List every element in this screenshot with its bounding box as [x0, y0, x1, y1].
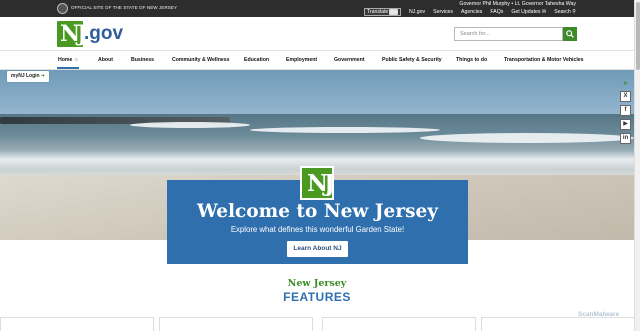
nj-gov-logo[interactable]: NJ .gov — [57, 20, 123, 48]
top-link-njgov[interactable]: NJ.gov — [409, 9, 425, 15]
features-title: FEATURES — [283, 290, 351, 304]
watermark: ScanMalware — [578, 311, 620, 318]
scrollbar[interactable] — [634, 0, 640, 331]
nj-badge-icon: NJ — [300, 166, 335, 200]
translate-icon: 文A — [389, 9, 398, 15]
facebook-icon[interactable]: f — [620, 105, 631, 116]
nav-about[interactable]: About — [98, 57, 113, 63]
top-link-search[interactable]: Search ⚲ — [554, 9, 576, 15]
hero-wave — [130, 122, 250, 128]
social-bar: » X f ▶ in — [620, 80, 632, 144]
linkedin-icon[interactable]: in — [620, 133, 631, 144]
search-button[interactable] — [563, 27, 577, 41]
welcome-panel: NJ Welcome to New Jersey Explore what de… — [167, 166, 468, 264]
search-input[interactable]: Search for... — [454, 27, 563, 41]
top-link-services[interactable]: Services — [433, 9, 453, 15]
social-toggle-icon[interactable]: » — [620, 80, 631, 88]
nav-employment[interactable]: Employment — [286, 57, 317, 63]
hero-wave — [250, 127, 440, 133]
nav-public-safety[interactable]: Public Safety & Security — [382, 57, 442, 63]
login-icon: ➜ — [40, 73, 45, 79]
top-link-agencies[interactable]: Agencies — [461, 9, 482, 15]
feature-card[interactable] — [159, 317, 313, 331]
nav-education[interactable]: Education — [244, 57, 269, 63]
feature-card[interactable] — [0, 317, 154, 331]
x-icon[interactable]: X — [620, 91, 631, 102]
logo-text: .gov — [84, 23, 124, 44]
nav-things-to-do[interactable]: Things to do — [456, 57, 487, 63]
feature-card[interactable] — [322, 317, 476, 331]
nav-business[interactable]: Business — [131, 57, 154, 63]
search-icon — [566, 30, 574, 38]
welcome-title: Welcome to New Jersey — [196, 201, 439, 222]
welcome-subtitle: Explore what defines this wonderful Gard… — [230, 225, 405, 234]
feature-card[interactable] — [481, 317, 635, 331]
scrollbar-thumb[interactable] — [636, 2, 640, 70]
features-pretitle: New Jersey — [287, 278, 347, 289]
official-site-text: OFFICIAL SITE OF THE STATE OF NEW JERSEY — [71, 5, 178, 10]
mynj-login-button[interactable]: myNJ Login➜ — [7, 71, 49, 82]
main-nav: Home ⌂ About Business Community & Wellnes… — [0, 51, 634, 70]
top-link-get-updates[interactable]: Get Updates ✉ — [511, 9, 546, 15]
page: { "topbar": { "official": "OFFICIAL SITE… — [0, 0, 640, 331]
nav-transportation[interactable]: Transportation & Motor Vehicles — [504, 57, 584, 63]
youtube-icon[interactable]: ▶ — [620, 119, 631, 130]
translate-button[interactable]: Translate 文A — [363, 8, 401, 16]
site-header: NJ .gov Search for... — [0, 17, 634, 51]
nav-home[interactable]: Home ⌂ — [57, 57, 79, 69]
envelope-icon: ✉ — [541, 9, 547, 15]
learn-about-nj-button[interactable]: Learn About NJ — [287, 241, 348, 257]
nj-logo-badge-icon: NJ — [57, 21, 87, 47]
governor-text: Governor Phil Murphy • Lt. Governor Tahe… — [459, 1, 576, 7]
home-icon: ⌂ — [74, 57, 78, 63]
state-seal-icon — [57, 3, 68, 14]
nav-government[interactable]: Government — [334, 57, 365, 63]
top-link-faqs[interactable]: FAQs — [490, 9, 503, 15]
hero-wave — [420, 133, 634, 143]
top-links: Translate 文A NJ.gov Services Agencies FAQ… — [363, 8, 576, 16]
search-icon: ⚲ — [572, 9, 576, 15]
top-bar: OFFICIAL SITE OF THE STATE OF NEW JERSEY… — [0, 0, 634, 17]
nav-community-wellness[interactable]: Community & Wellness — [172, 57, 230, 63]
